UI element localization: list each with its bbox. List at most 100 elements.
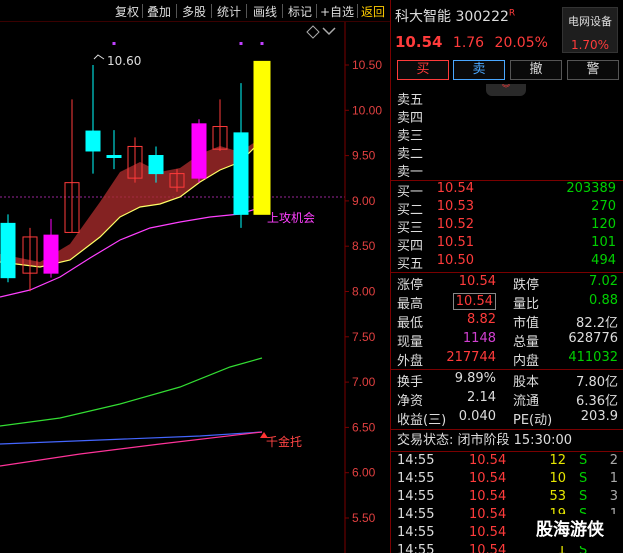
bid-price: 10.54 xyxy=(436,181,474,196)
toolbar-separator xyxy=(357,4,358,18)
tick-volume: 12 xyxy=(549,453,566,468)
divider xyxy=(391,272,623,273)
toolbar-separator xyxy=(176,4,177,18)
tick-time: 14:55 xyxy=(397,543,435,553)
ma-line-green xyxy=(0,357,263,427)
stat-key: 最高 xyxy=(397,297,424,312)
signal-dot xyxy=(239,42,243,45)
signal-dot xyxy=(112,42,116,45)
tick-count: 2 xyxy=(609,453,618,468)
candle-body xyxy=(0,222,16,279)
toolbar-mark[interactable]: 标记 xyxy=(288,3,312,20)
divider xyxy=(391,369,623,370)
stat-value: 0.040 xyxy=(458,409,496,424)
bid-price: 10.51 xyxy=(436,235,474,250)
tick-row: 14:55 10.54 10 S 1 xyxy=(391,471,623,489)
candle-body xyxy=(43,234,59,274)
divider xyxy=(391,451,623,452)
y-axis-tick-label: 9.50 xyxy=(352,149,376,163)
stat-value: 6.36亿 xyxy=(576,394,618,409)
trade-buttons: 买 卖 撤 警 xyxy=(397,60,619,82)
price-row: 10.54 1.76 20.05% xyxy=(395,33,548,51)
y-axis-tick-label: 7.50 xyxy=(352,330,376,344)
tick-price: 10.54 xyxy=(469,525,507,540)
candle-body xyxy=(191,123,207,179)
bid-label: 买二 xyxy=(397,203,424,218)
bid-row[interactable]: 买五 10.50 494 xyxy=(391,253,623,272)
stat-key: 收益(三) xyxy=(397,413,447,428)
bid-price: 10.53 xyxy=(436,199,474,214)
y-axis-tick-label: 7.00 xyxy=(352,375,376,389)
toolbar-restore-rights[interactable]: 复权 xyxy=(115,3,139,20)
diamond-icon[interactable] xyxy=(306,25,320,39)
tick-volume: 53 xyxy=(549,489,566,504)
ma-line-magenta xyxy=(0,206,263,298)
tick-row: 14:55 10.54 53 S 3 xyxy=(391,489,623,507)
sell-button[interactable]: 卖 xyxy=(453,60,505,80)
ma-line-pink xyxy=(0,431,263,467)
bid-row[interactable]: 买三 10.52 120 xyxy=(391,217,623,236)
tick-time: 14:55 xyxy=(397,525,435,540)
y-axis-tick-label: 8.00 xyxy=(352,285,376,299)
kline-chart[interactable]: 10.50 10.00 9.50 9.00 8.50 8.00 7.50 7.00 6.50 6.… xyxy=(0,22,390,553)
stat-value: 1148 xyxy=(462,331,496,346)
toolbar-add-watchlist[interactable]: +自选 xyxy=(320,3,354,20)
bid-volume: 101 xyxy=(591,235,616,250)
cancel-order-button[interactable]: 撤 xyxy=(510,60,562,80)
y-axis-tick-label: 6.00 xyxy=(352,466,376,480)
bid-volume: 120 xyxy=(591,217,616,232)
stat-key: 总量 xyxy=(513,335,540,350)
rong-tag: R xyxy=(508,8,516,19)
stock-header: 科大智能 300222R 10.54 1.76 20.05% 电网设备 1.70… xyxy=(391,0,623,56)
toolbar-return-button[interactable]: 返回 xyxy=(361,3,385,20)
toolbar-overlay[interactable]: 叠加 xyxy=(147,3,171,20)
stat-row: 外盘 217744 内盘 411032 xyxy=(391,350,623,369)
stat-value: 9.89% xyxy=(454,371,496,386)
stat-key: 换手 xyxy=(397,375,424,390)
stat-row: 收益(三) 0.040 PE(动) 203.9 xyxy=(391,409,623,428)
buy-button[interactable]: 买 xyxy=(397,60,449,80)
stat-key: 流通 xyxy=(513,394,540,409)
bid-row[interactable]: 买四 10.51 101 xyxy=(391,235,623,254)
tick-row: 14:55 10.54 12 S 2 xyxy=(391,453,623,471)
stat-value: 82.2亿 xyxy=(576,316,618,331)
stock-code: 300222 xyxy=(455,9,509,25)
stat-key: 内盘 xyxy=(513,354,540,369)
ask-label: 卖二 xyxy=(397,147,424,162)
candle-body xyxy=(106,155,122,158)
divider xyxy=(391,429,623,430)
toolbar-separator xyxy=(211,4,212,18)
tick-time: 14:55 xyxy=(397,453,435,468)
stat-value: 217744 xyxy=(446,350,496,365)
trading-status: 交易状态: 闭市阶段 15:30:00 xyxy=(397,433,573,448)
sector-badge[interactable]: 电网设备 1.70% xyxy=(562,7,618,53)
stock-title: 科大智能 300222R xyxy=(395,6,515,26)
alert-button[interactable]: 警 xyxy=(567,60,619,80)
ma-line-blue xyxy=(0,431,263,445)
y-axis-tick-label: 5.50 xyxy=(352,511,376,525)
candle-body xyxy=(148,155,164,175)
tick-direction: S xyxy=(579,453,588,468)
stock-name: 科大智能 xyxy=(395,9,451,25)
tick-time: 14:55 xyxy=(397,507,435,522)
y-axis-tick-label: 8.50 xyxy=(352,239,376,253)
toolbar-multi-stock[interactable]: 多股 xyxy=(182,3,206,20)
bid-volume: 270 xyxy=(591,199,616,214)
bid-row[interactable]: 买二 10.53 270 xyxy=(391,199,623,218)
stat-value: 10.54 xyxy=(458,274,496,289)
toolbar-separator xyxy=(246,4,247,18)
bid-label: 买一 xyxy=(397,185,424,200)
kline-chart-area[interactable]: 10.50 10.00 9.50 9.00 8.50 8.00 7.50 7.00 6.50 6.… xyxy=(0,22,390,553)
sector-name: 电网设备 xyxy=(568,15,612,28)
tick-time: 14:55 xyxy=(397,489,435,504)
bid-label: 买三 xyxy=(397,221,424,236)
stat-value: 628776 xyxy=(568,331,618,346)
bid-row[interactable]: 买一 10.54 203389 xyxy=(391,181,623,200)
toolbar-statistics[interactable]: 统计 xyxy=(217,3,241,20)
ask-row: 卖三 xyxy=(391,125,623,144)
stat-key: 市值 xyxy=(513,316,540,331)
annotation-attack-chance: 上攻机会 xyxy=(267,211,315,225)
toolbar-draw-line[interactable]: 画线 xyxy=(253,3,277,20)
chevron-down-icon[interactable] xyxy=(322,27,336,36)
toolbar-separator xyxy=(142,4,143,18)
